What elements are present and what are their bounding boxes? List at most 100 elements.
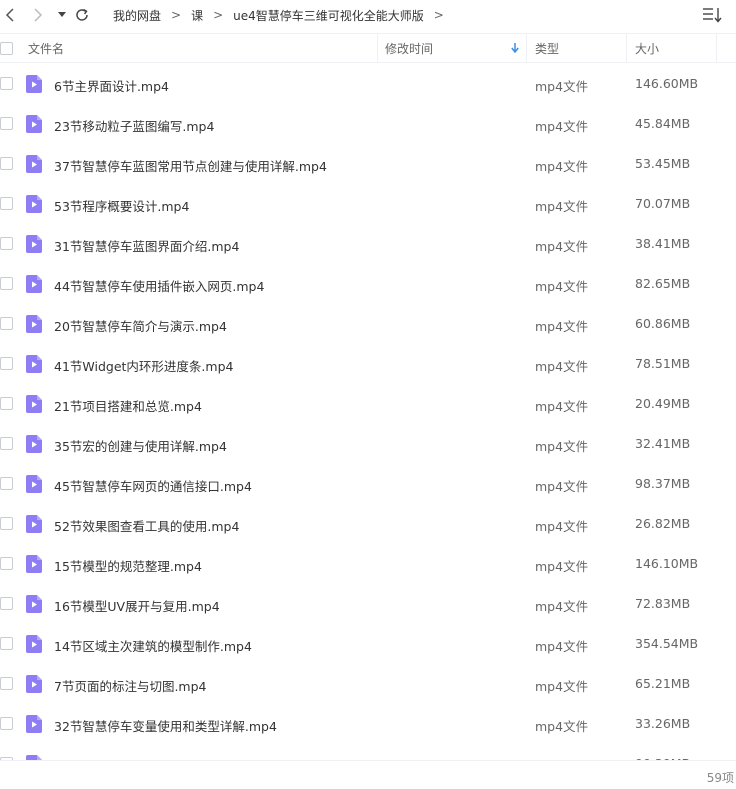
file-list-header: 文件名 修改时间 类型 大小 — [0, 33, 736, 63]
row-checkbox[interactable] — [0, 677, 13, 690]
status-bar: 59项 — [0, 760, 736, 789]
file-row[interactable]: 16节模型UV展开与复用.mp4 mp4文件 72.83MB — [0, 584, 736, 624]
file-row[interactable]: 14节区域主次建筑的模型制作.mp4 mp4文件 354.54MB — [0, 624, 736, 664]
file-name[interactable]: 53节程序概要设计.mp4 — [54, 196, 189, 215]
forward-button[interactable] — [28, 5, 48, 25]
file-row[interactable]: 32节智慧停车变量使用和类型详解.mp4 mp4文件 33.26MB — [0, 704, 736, 744]
file-name[interactable]: 45节智慧停车网页的通信接口.mp4 — [54, 476, 252, 495]
video-file-icon — [26, 355, 42, 373]
breadcrumb-item-course[interactable]: 课 — [191, 7, 203, 24]
row-checkbox[interactable] — [0, 157, 13, 170]
file-size: 65.21MB — [635, 676, 691, 691]
row-checkbox[interactable] — [0, 237, 13, 250]
file-row[interactable]: 7节页面的标注与切图.mp4 mp4文件 65.21MB — [0, 664, 736, 704]
file-type: mp4文件 — [535, 719, 589, 734]
file-row[interactable]: 52节效果图查看工具的使用.mp4 mp4文件 26.82MB — [0, 504, 736, 544]
file-row[interactable]: 21节项目搭建和总览.mp4 mp4文件 20.49MB — [0, 384, 736, 424]
file-row[interactable]: 23节移动粒子蓝图编写.mp4 mp4文件 45.84MB — [0, 104, 736, 144]
row-checkbox[interactable] — [0, 277, 13, 290]
file-size: 60.86MB — [635, 316, 691, 331]
column-divider[interactable] — [716, 34, 717, 62]
file-name[interactable]: 32节智慧停车变量使用和类型详解.mp4 — [54, 716, 277, 735]
column-divider[interactable] — [377, 34, 378, 62]
file-size: 70.07MB — [635, 196, 691, 211]
row-checkbox[interactable] — [0, 397, 13, 410]
file-name[interactable]: 7节页面的标注与切图.mp4 — [54, 676, 207, 695]
row-checkbox[interactable] — [0, 557, 13, 570]
file-row[interactable]: 31节智慧停车蓝图界面介绍.mp4 mp4文件 38.41MB — [0, 224, 736, 264]
row-checkbox[interactable] — [0, 517, 13, 530]
row-checkbox[interactable] — [0, 357, 13, 370]
file-row[interactable]: 41节Widget内环形进度条.mp4 mp4文件 78.51MB — [0, 344, 736, 384]
back-button[interactable] — [0, 5, 20, 25]
video-file-icon — [26, 115, 42, 133]
file-name[interactable]: 20节智慧停车简介与演示.mp4 — [54, 316, 227, 335]
file-name[interactable]: 41节Widget内环形进度条.mp4 — [54, 356, 233, 375]
file-name[interactable]: 15节模型的规范整理.mp4 — [54, 556, 202, 575]
video-file-icon — [26, 555, 42, 573]
refresh-button[interactable] — [72, 5, 92, 25]
video-file-icon — [26, 715, 42, 733]
row-checkbox[interactable] — [0, 637, 13, 650]
file-name[interactable]: 44节智慧停车使用插件嵌入网页.mp4 — [54, 276, 264, 295]
file-type: mp4文件 — [535, 279, 589, 294]
file-name[interactable]: 37节智慧停车蓝图常用节点创建与使用详解.mp4 — [54, 156, 327, 175]
row-checkbox[interactable] — [0, 117, 13, 130]
select-all-checkbox-cell[interactable] — [0, 34, 13, 62]
column-header-name[interactable]: 文件名 — [28, 34, 64, 62]
video-file-icon — [26, 395, 42, 413]
file-type: mp4文件 — [535, 119, 589, 134]
column-header-size[interactable]: 大小 — [635, 34, 659, 62]
file-row[interactable]: 53节程序概要设计.mp4 mp4文件 70.07MB — [0, 184, 736, 224]
sort-desc-arrow-icon[interactable] — [511, 34, 519, 62]
file-name[interactable]: 52节效果图查看工具的使用.mp4 — [54, 516, 239, 535]
row-checkbox[interactable] — [0, 477, 13, 490]
file-row[interactable]: 15节模型的规范整理.mp4 mp4文件 146.10MB — [0, 544, 736, 584]
file-row[interactable]: 6节主界面设计.mp4 mp4文件 146.60MB — [0, 64, 736, 104]
file-row[interactable]: 44节智慧停车使用插件嵌入网页.mp4 mp4文件 82.65MB — [0, 264, 736, 304]
row-checkbox[interactable] — [0, 597, 13, 610]
video-file-icon — [26, 235, 42, 253]
file-name[interactable]: 14节区域主次建筑的模型制作.mp4 — [54, 636, 252, 655]
item-count: 59项 — [706, 771, 734, 785]
row-checkbox[interactable] — [0, 317, 13, 330]
video-file-icon — [26, 195, 42, 213]
breadcrumb-item-current-folder[interactable]: ue4智慧停车三维可视化全能大师版 — [233, 7, 424, 24]
file-name[interactable]: 31节智慧停车蓝图界面介绍.mp4 — [54, 236, 239, 255]
file-size: 146.60MB — [635, 76, 699, 91]
file-row[interactable]: 45节智慧停车网页的通信接口.mp4 mp4文件 98.37MB — [0, 464, 736, 504]
file-type: mp4文件 — [535, 79, 589, 94]
file-name[interactable]: 35节宏的创建与使用详解.mp4 — [54, 436, 227, 455]
row-checkbox[interactable] — [0, 197, 13, 210]
file-row[interactable]: 35节宏的创建与使用详解.mp4 mp4文件 32.41MB — [0, 424, 736, 464]
row-checkbox[interactable] — [0, 437, 13, 450]
column-header-type[interactable]: 类型 — [535, 34, 559, 62]
file-type: mp4文件 — [535, 559, 589, 574]
sort-list-icon — [703, 8, 722, 23]
sort-view-button[interactable] — [702, 6, 722, 24]
file-name[interactable]: 16节模型UV展开与复用.mp4 — [54, 596, 220, 615]
file-type: mp4文件 — [535, 239, 589, 254]
file-name[interactable]: 6节主界面设计.mp4 — [54, 76, 169, 95]
history-dropdown-button[interactable] — [52, 5, 72, 25]
file-name[interactable]: 21节项目搭建和总览.mp4 — [54, 396, 202, 415]
file-row[interactable]: 37节智慧停车蓝图常用节点创建与使用详解.mp4 mp4文件 53.45MB — [0, 144, 736, 184]
column-divider[interactable] — [526, 34, 527, 62]
chevron-left-icon — [5, 8, 14, 22]
breadcrumb: 我的网盘 > 课 > ue4智慧停车三维可视化全能大师版 > — [113, 7, 454, 23]
file-row[interactable]: 20节智慧停车简介与演示.mp4 mp4文件 60.86MB — [0, 304, 736, 344]
breadcrumb-item-root[interactable]: 我的网盘 — [113, 7, 161, 24]
file-row[interactable]: 34节智慧停车函数使用方法详解.mp4 mp4文件 90.39MB — [0, 744, 736, 760]
file-size: 146.10MB — [635, 556, 699, 571]
column-divider[interactable] — [626, 34, 627, 62]
select-all-checkbox[interactable] — [0, 41, 13, 55]
file-size: 98.37MB — [635, 476, 691, 491]
video-file-icon — [26, 515, 42, 533]
video-file-icon — [26, 475, 42, 493]
file-name[interactable]: 23节移动粒子蓝图编写.mp4 — [54, 116, 214, 135]
column-header-modified[interactable]: 修改时间 — [385, 34, 433, 62]
file-type: mp4文件 — [535, 159, 589, 174]
row-checkbox[interactable] — [0, 717, 13, 730]
row-checkbox[interactable] — [0, 77, 13, 90]
video-file-icon — [26, 435, 42, 453]
